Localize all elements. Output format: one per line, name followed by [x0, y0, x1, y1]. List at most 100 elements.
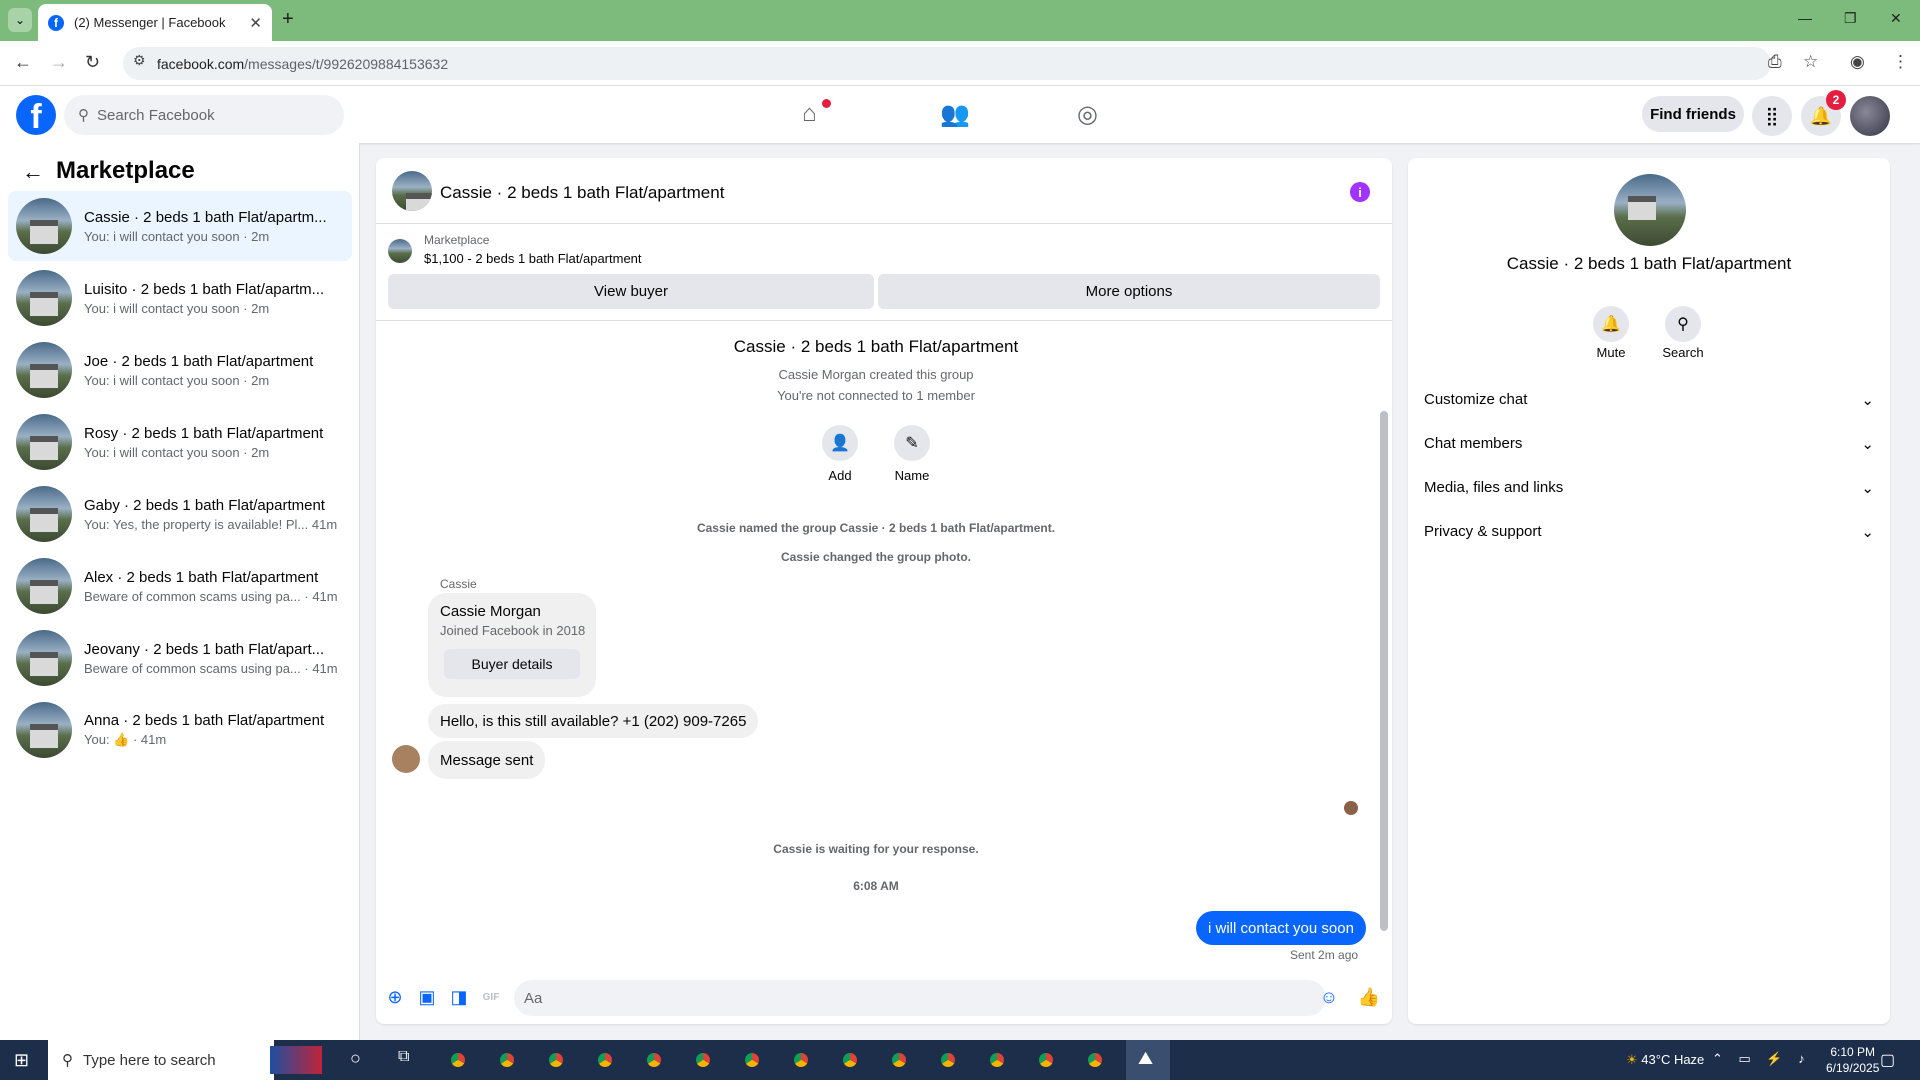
back-icon[interactable]: ← [14, 52, 32, 73]
sender-name: Cassie [440, 577, 477, 591]
incoming-message[interactable]: Hello, is this still available? +1 (202)… [428, 704, 759, 738]
chrome-app-icon[interactable] [1034, 1048, 1058, 1072]
conversation-item[interactable]: Gaby · 2 beds 1 bath Flat/apartment You: … [8, 479, 352, 549]
section-chat-members[interactable]: Chat members ⌄ [1424, 435, 1874, 453]
search-icon: ⚲ [62, 1052, 73, 1069]
chrome-app-icon[interactable] [593, 1048, 617, 1072]
chrome-app-icon[interactable] [789, 1048, 813, 1072]
browser-menu-icon[interactable]: ⋮ [1892, 52, 1909, 72]
close-window-icon[interactable]: ✕ [1890, 10, 1902, 27]
chrome-app-icon[interactable] [740, 1048, 764, 1072]
forward-icon[interactable]: → [50, 52, 68, 73]
section-privacy-support[interactable]: Privacy & support ⌄ [1424, 523, 1874, 541]
name-label: Name [894, 468, 930, 483]
conversation-name: Jeovany · 2 beds 1 bath Flat/apart... [84, 640, 325, 658]
profile-icon[interactable]: ◉ [1850, 52, 1865, 72]
plus-circle-icon[interactable]: ⊕ [384, 986, 406, 1008]
group-avatar[interactable] [1614, 174, 1686, 246]
url-field[interactable]: facebook.com/messages/t/9926209884153632 [123, 47, 1771, 80]
incoming-message[interactable]: Message sent [428, 741, 546, 779]
minimize-icon[interactable]: — [1798, 10, 1812, 26]
windows-start-icon[interactable]: ⊞ [14, 1050, 29, 1071]
account-avatar[interactable] [1850, 96, 1890, 136]
notifications-center-icon[interactable]: ▢ [1880, 1050, 1895, 1070]
site-info-icon[interactable]: ⚙ [133, 52, 146, 69]
chrome-app-icon[interactable] [887, 1048, 911, 1072]
conversation-item[interactable]: Rosy · 2 beds 1 bath Flat/apartment You: … [8, 407, 352, 477]
gif-icon[interactable]: GIF [480, 986, 502, 1008]
chat-title[interactable]: Cassie · 2 beds 1 bath Flat/apartment [440, 183, 724, 203]
restore-icon[interactable]: ❐ [1844, 10, 1857, 27]
close-tab-icon[interactable]: ✕ [249, 14, 262, 32]
listing-description[interactable]: $1,100 - 2 beds 1 bath Flat/apartment [424, 251, 642, 266]
tab-search-button[interactable]: ⌄ [8, 8, 32, 32]
system-tray-icons[interactable]: ⌃ ▭ ⚡ ♪ [1712, 1051, 1811, 1067]
clock-date: 6/19/2025 [1826, 1061, 1880, 1075]
waiting-text: Cassie is waiting for your response. [773, 842, 979, 856]
conversation-item[interactable]: Anna · 2 beds 1 bath Flat/apartment You: … [8, 695, 352, 765]
photo-icon[interactable]: ▣ [416, 986, 438, 1008]
browser-tab[interactable]: f (2) Messenger | Facebook ✕ [38, 4, 272, 41]
home-icon[interactable]: ⌂ [802, 100, 817, 128]
taskbar-clock[interactable]: 6:10 PM 6/19/2025 [1826, 1044, 1879, 1076]
friends-icon[interactable]: 👥 [940, 100, 970, 129]
search-highlight-image[interactable] [270, 1046, 322, 1074]
task-view-icon[interactable]: ⧉ [398, 1048, 409, 1066]
listing-label: Marketplace [424, 233, 490, 247]
chrome-app-icon[interactable] [1083, 1048, 1107, 1072]
scrollbar[interactable] [1378, 321, 1390, 951]
more-options-button[interactable]: More options [878, 274, 1380, 309]
message-input[interactable]: Aa [514, 980, 1326, 1016]
reload-icon[interactable]: ↻ [85, 52, 100, 73]
buyer-name: Cassie Morgan [440, 603, 541, 620]
buyer-details-button[interactable]: Buyer details [444, 649, 580, 679]
back-arrow-icon[interactable]: ← [22, 159, 44, 185]
menu-grid-icon[interactable]: ⣿ [1752, 96, 1792, 136]
chrome-app-icon[interactable] [544, 1048, 568, 1072]
rename-button[interactable]: ✎ [894, 425, 930, 461]
chrome-app-icon[interactable] [642, 1048, 666, 1072]
chat-avatar[interactable] [392, 171, 432, 211]
groups-icon[interactable]: ◎ [1077, 100, 1098, 129]
conversation-preview: Beware of common scams using pa... · 41m [84, 660, 338, 676]
thumbs-up-icon[interactable]: 👍 [1358, 986, 1380, 1008]
find-friends-button[interactable]: Find friends [1642, 96, 1744, 132]
facebook-logo-icon[interactable]: f [16, 95, 56, 135]
section-label: Privacy & support [1424, 523, 1542, 540]
emoji-icon[interactable]: ☺ [1318, 986, 1340, 1008]
sender-avatar[interactable] [392, 745, 420, 773]
chrome-app-icon[interactable] [985, 1048, 1009, 1072]
listing-thumbnail[interactable] [388, 239, 412, 263]
sticker-icon[interactable]: ◨ [448, 986, 470, 1008]
chrome-app-icon[interactable] [936, 1048, 960, 1072]
conversation-item[interactable]: Jeovany · 2 beds 1 bath Flat/apart... Bew… [8, 623, 352, 693]
chrome-app-icon[interactable] [838, 1048, 862, 1072]
section-customize-chat[interactable]: Customize chat ⌄ [1424, 391, 1874, 409]
clock-time: 6:10 PM [1830, 1045, 1876, 1059]
conversation-item[interactable]: Luisito · 2 beds 1 bath Flat/apartm... Yo… [8, 263, 352, 333]
add-member-button[interactable]: 👤 [822, 425, 858, 461]
mute-button[interactable]: 🔔 [1593, 306, 1629, 342]
new-tab-button[interactable]: + [282, 8, 294, 31]
conversation-item[interactable]: Cassie · 2 beds 1 bath Flat/apartm... You… [8, 191, 352, 261]
install-app-icon[interactable]: ⎙ [1768, 52, 1782, 72]
chrome-app-icon[interactable] [446, 1048, 470, 1072]
weather-widget[interactable]: ☀ 43°C Haze [1626, 1052, 1704, 1068]
cortana-icon[interactable]: ○ [350, 1048, 361, 1069]
section-media-files-links[interactable]: Media, files and links ⌄ [1424, 479, 1874, 497]
scrollbar-thumb[interactable] [1380, 411, 1388, 931]
sun-icon: ☀ [1626, 1052, 1638, 1067]
facebook-search-input[interactable]: ⚲ Search Facebook [64, 95, 344, 135]
chrome-app-icon[interactable] [691, 1048, 715, 1072]
info-icon[interactable]: i [1350, 182, 1370, 202]
conversation-item[interactable]: Joe · 2 beds 1 bath Flat/apartment You: i… [8, 335, 352, 405]
outgoing-message[interactable]: i will contact you soon [1196, 911, 1366, 945]
bookmark-star-icon[interactable]: ☆ [1803, 52, 1818, 72]
active-app-photos[interactable]: ⛰ [1126, 1040, 1170, 1080]
conversation-item[interactable]: Alex · 2 beds 1 bath Flat/apartment Bewar… [8, 551, 352, 621]
taskbar-search[interactable]: ⚲ Type here to search [48, 1040, 274, 1080]
search-chat-button[interactable]: ⚲ [1665, 306, 1701, 342]
conversation-avatar [16, 702, 72, 758]
chrome-app-icon[interactable] [495, 1048, 519, 1072]
view-buyer-button[interactable]: View buyer [388, 274, 874, 309]
